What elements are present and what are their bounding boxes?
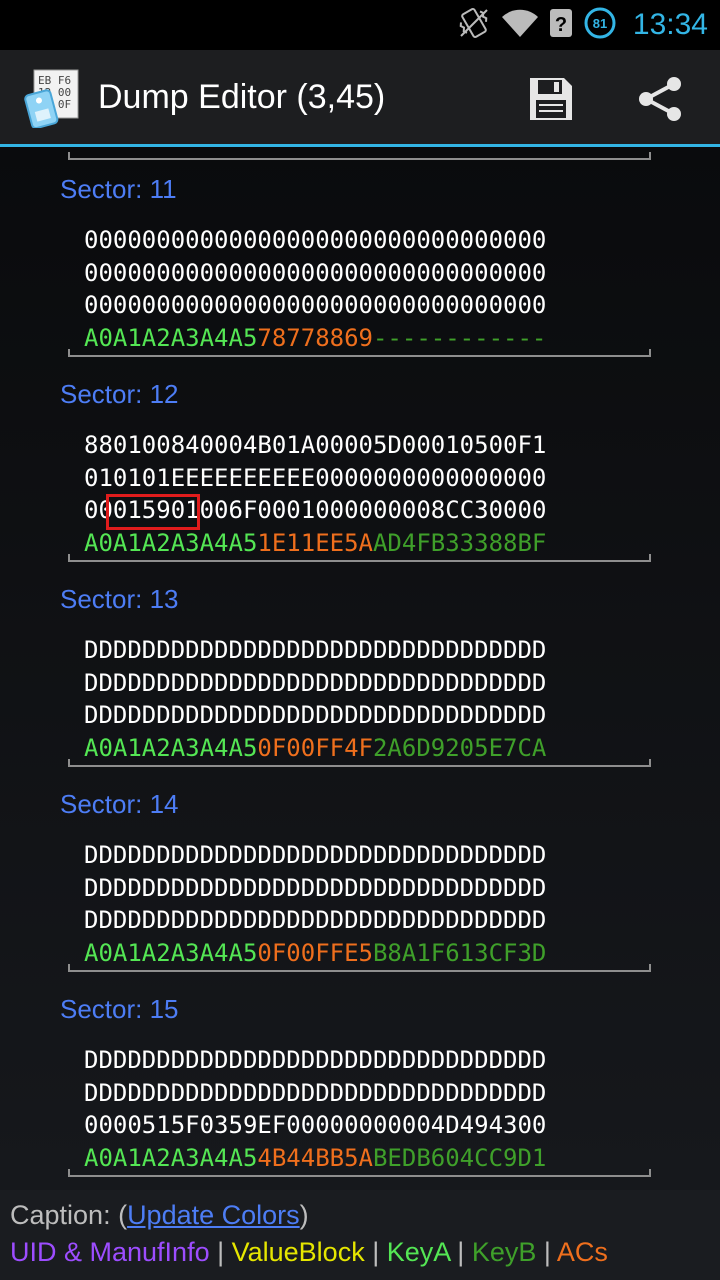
access-conditions: 1E11EE5A [257, 529, 373, 558]
block-data: 1006F0001000000008CC30000 [185, 496, 547, 525]
block-data: 00000000000000000000000000000000 [84, 258, 547, 287]
key-a: A0A1A2A3A4A5 [84, 324, 258, 353]
no-signal-icon: ? [549, 7, 573, 43]
sector-title: Sector: 14 [60, 789, 179, 819]
dump-content[interactable]: Sector: 11 000000000000000000000000000000… [0, 147, 720, 1190]
sector-data[interactable]: DDDDDDDDDDDDDDDDDDDDDDDDDDDDDDDD DDDDDDDD… [84, 839, 546, 970]
sector-divider [68, 759, 651, 767]
color-legend: UID & ManufInfo | ValueBlock | KeyA | Ke… [10, 1237, 608, 1268]
block-data: DDDDDDDDDDDDDDDDDDDDDDDDDDDDDDDD [84, 1046, 547, 1074]
sector-block: Sector: 12 880100840004B01A00005D00010500… [0, 379, 720, 569]
sector-title: Sector: 15 [60, 994, 179, 1024]
status-clock: 13:34 [632, 8, 708, 41]
block-data: 010101EEEEEEEEEE0000000000000000 [84, 463, 547, 492]
block-line[interactable]: 00000000000000000000000000000000 [84, 224, 546, 257]
access-conditions: 0F00FFE5 [257, 939, 373, 968]
block-data: DDDDDDDDDDDDDDDDDDDDDDDDDDDDDDDD [84, 873, 547, 902]
page-title: Dump Editor (3,45) [98, 78, 386, 116]
block-data: DDDDDDDDDDDDDDDDDDDDDDDDDDDDDDDD [84, 636, 547, 664]
block-data: DDDDDDDDDDDDDDDDDDDDDDDDDDDDDDDD [84, 1078, 547, 1107]
block-data: DDDDDDDDDDDDDDDDDDDDDDDDDDDDDDDD [84, 841, 547, 869]
caption-bar: Caption: (Update Colors) UID & ManufInfo… [0, 1190, 720, 1280]
block-line[interactable]: 00000000000000000000000000000000 [84, 289, 546, 322]
block-line[interactable]: DDDDDDDDDDDDDDDDDDDDDDDDDDDDDDDD [84, 872, 546, 905]
svg-text:?: ? [555, 14, 567, 36]
legend-item: KeyB [471, 1237, 537, 1267]
legend-separator: | [536, 1237, 557, 1267]
block-data: DDDDDDDDDDDDDDDDDDDDDDDDDDDDDDDD [84, 701, 547, 730]
access-conditions: 0F00FF4F [257, 734, 373, 763]
key-b: 2A6D9205E7CA [372, 734, 547, 763]
battery-icon: 81 [583, 6, 617, 44]
key-b: BEDB604CC9D1 [372, 1144, 547, 1173]
block-line[interactable]: DDDDDDDDDDDDDDDDDDDDDDDDDDDDDDDD [84, 1044, 546, 1077]
block-data: 880100840004B01A00005D00010500F1 [84, 431, 547, 459]
sector-block: Sector: 14 DDDDDDDDDDDDDDDDDDDDDDDDDDDDDD… [0, 789, 720, 979]
sector-divider [68, 554, 651, 562]
key-a: A0A1A2A3A4A5 [84, 939, 258, 968]
block-line[interactable]: DDDDDDDDDDDDDDDDDDDDDDDDDDDDDDDD [84, 1077, 546, 1110]
sector-data[interactable]: DDDDDDDDDDDDDDDDDDDDDDDDDDDDDDDD DDDDDDDD… [84, 1044, 546, 1175]
block-line[interactable]: DDDDDDDDDDDDDDDDDDDDDDDDDDDDDDDD [84, 699, 546, 732]
legend-separator: | [364, 1237, 387, 1267]
sector-divider [68, 152, 651, 160]
legend-item: ValueBlock [231, 1237, 365, 1267]
block-data: DDDDDDDDDDDDDDDDDDDDDDDDDDDDDDDD [84, 906, 547, 935]
action-bar: EB F6 12 00 80 0F Dump Editor (3,45) [0, 50, 720, 147]
block-data: 00000000000000000000000000000000 [84, 291, 547, 320]
block-line[interactable]: 010101EEEEEEEEEE0000000000000000 [84, 462, 546, 495]
save-icon [530, 78, 572, 120]
caption-line: Caption: (Update Colors) [10, 1200, 309, 1230]
status-bar: ? 81 13:34 [0, 0, 720, 50]
block-line[interactable]: DDDDDDDDDDDDDDDDDDDDDDDDDDDDDDDD [84, 634, 546, 667]
wifi-icon [501, 7, 539, 43]
save-button[interactable] [524, 72, 578, 126]
vibrate-icon [457, 6, 491, 44]
key-b: AD4FB33388BF [372, 529, 547, 558]
sector-block: Sector: 15 DDDDDDDDDDDDDDDDDDDDDDDDDDDDDD… [0, 994, 720, 1184]
sector-data[interactable]: 00000000000000000000000000000000 00000000… [84, 224, 546, 355]
block-data: 00000000000000000000000000000000 [84, 226, 547, 254]
sector-divider [68, 349, 651, 357]
app-logo-icon[interactable]: EB F6 12 00 80 0F [24, 68, 82, 130]
legend-item: ACs [556, 1237, 608, 1267]
access-conditions: 4B44BB5A [257, 1144, 373, 1173]
cursor-highlight [106, 494, 200, 530]
sector-block: Sector: 13 DDDDDDDDDDDDDDDDDDDDDDDDDDDDDD… [0, 584, 720, 774]
key-a: A0A1A2A3A4A5 [84, 734, 258, 763]
sector-divider [68, 964, 651, 972]
block-data: 0000515F0359EF00000000004D494300 [84, 1111, 547, 1140]
share-button[interactable] [634, 72, 688, 126]
block-line[interactable]: 00000000000000000000000000000000 [84, 257, 546, 290]
key-a: A0A1A2A3A4A5 [84, 529, 258, 558]
sector-title: Sector: 11 [60, 174, 177, 204]
legend-separator: | [209, 1237, 232, 1267]
sector-block: Sector: 11 000000000000000000000000000000… [0, 174, 720, 364]
block-line[interactable]: DDDDDDDDDDDDDDDDDDDDDDDDDDDDDDDD [84, 667, 546, 700]
sector-divider [68, 1169, 651, 1177]
legend-item: KeyA [386, 1237, 450, 1267]
key-b: B8A1F613CF3D [372, 939, 547, 968]
sector-title: Sector: 13 [60, 584, 179, 614]
legend-item: UID & ManufInfo [10, 1237, 210, 1267]
block-line[interactable]: 0000515F0359EF00000000004D494300 [84, 1109, 546, 1142]
sector-data[interactable]: DDDDDDDDDDDDDDDDDDDDDDDDDDDDDDDD DDDDDDDD… [84, 634, 546, 765]
block-line[interactable]: 880100840004B01A00005D00010500F1 [84, 429, 546, 462]
update-colors-link[interactable]: Update Colors [127, 1200, 300, 1230]
share-icon [639, 77, 681, 121]
legend-separator: | [449, 1237, 472, 1267]
key-a: A0A1A2A3A4A5 [84, 1144, 258, 1173]
block-line[interactable]: DDDDDDDDDDDDDDDDDDDDDDDDDDDDDDDD [84, 904, 546, 937]
sector-title: Sector: 12 [60, 379, 179, 409]
block-data: DDDDDDDDDDDDDDDDDDDDDDDDDDDDDDDD [84, 668, 547, 697]
access-conditions: 78778869 [257, 324, 373, 353]
svg-text:81: 81 [593, 16, 607, 31]
block-line[interactable]: DDDDDDDDDDDDDDDDDDDDDDDDDDDDDDDD [84, 839, 546, 872]
key-b: ------------ [372, 324, 547, 353]
